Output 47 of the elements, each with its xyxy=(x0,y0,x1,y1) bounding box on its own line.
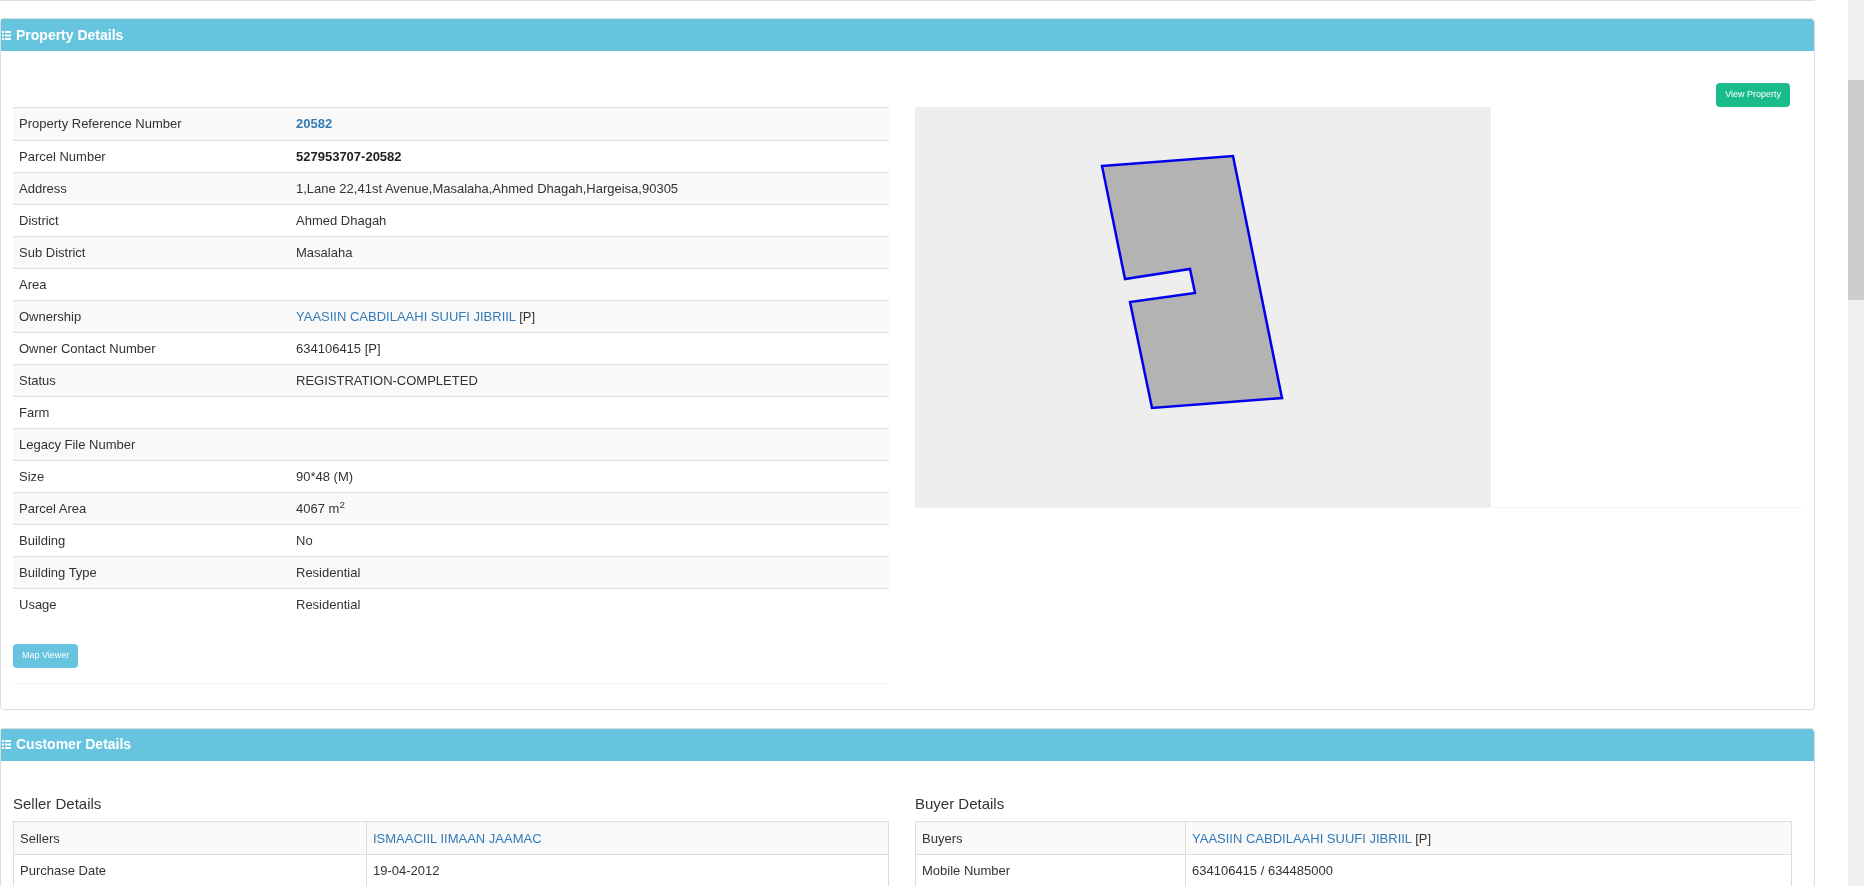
row-label: Address xyxy=(19,179,67,198)
row-label: Parcel Number xyxy=(19,147,106,166)
row-label: Buyers xyxy=(922,829,963,848)
row-label: Area xyxy=(19,275,47,294)
row-label: Size xyxy=(19,467,45,486)
value-note: [P] xyxy=(518,308,536,324)
value-link[interactable]: ISMAACIIL IIMAAN JAAMAC xyxy=(373,830,542,846)
row-label: Status xyxy=(19,371,56,390)
value-text: 4067 m$^{2}$ xyxy=(296,500,345,516)
value-text: 527953707-20582 xyxy=(296,148,402,164)
row-label: Building Type xyxy=(19,563,97,582)
row-label: Purchase Date xyxy=(20,862,106,880)
row-label: District xyxy=(19,211,59,230)
row-label: Property Reference Number xyxy=(19,115,182,134)
value-link[interactable]: YAASIIN CABDILAAHI SUUFI JIBRIIL xyxy=(296,308,516,324)
row-label: Owner Contact Number xyxy=(19,339,156,358)
value-text: Ahmed Dhagah xyxy=(296,212,387,228)
value-text: 634106415 [P] xyxy=(296,340,381,356)
value-link[interactable]: YAASIIN CABDILAAHI SUUFI JIBRIIL xyxy=(1192,830,1412,846)
value-text: Residential xyxy=(296,564,361,580)
section-heading: Buyer Details xyxy=(915,793,1006,814)
row-label: Sub District xyxy=(19,243,86,262)
row-label: Sellers xyxy=(20,829,60,848)
section-heading: Seller Details xyxy=(13,793,103,814)
view-property-button[interactable]: View Property xyxy=(1716,83,1790,107)
row-label: Building xyxy=(19,531,66,550)
value-text: 634106415 / 634485000 xyxy=(1192,863,1333,878)
value-text: Masalaha xyxy=(296,244,353,260)
value-text: 1,Lane 22,41st Avenue,Masalaha,Ahmed Dhagah,Hargeisa,90305 xyxy=(296,180,679,196)
row-label: Farm xyxy=(19,403,50,422)
value-text: 19-04-2012 xyxy=(373,863,440,878)
row-label: Parcel Area xyxy=(19,499,87,518)
value-note: [P] xyxy=(1414,830,1432,846)
value-link[interactable]: 20582 xyxy=(296,116,333,132)
value-text: Residential xyxy=(296,596,361,612)
list-icon xyxy=(2,30,11,40)
row-label: Ownership xyxy=(19,307,82,326)
value-text: No xyxy=(296,532,313,548)
list-icon xyxy=(2,740,11,750)
panel-title: Customer Details xyxy=(16,735,132,755)
value-text: 90*48 (M) xyxy=(296,468,354,484)
scrollbar[interactable] xyxy=(1848,0,1864,886)
value-text: REGISTRATION-COMPLETED xyxy=(296,372,478,388)
row-label: Usage xyxy=(19,595,57,614)
row-label: Mobile Number xyxy=(922,862,1011,880)
row-label: Legacy File Number xyxy=(19,435,136,454)
panel-title: Property Details xyxy=(16,25,124,45)
